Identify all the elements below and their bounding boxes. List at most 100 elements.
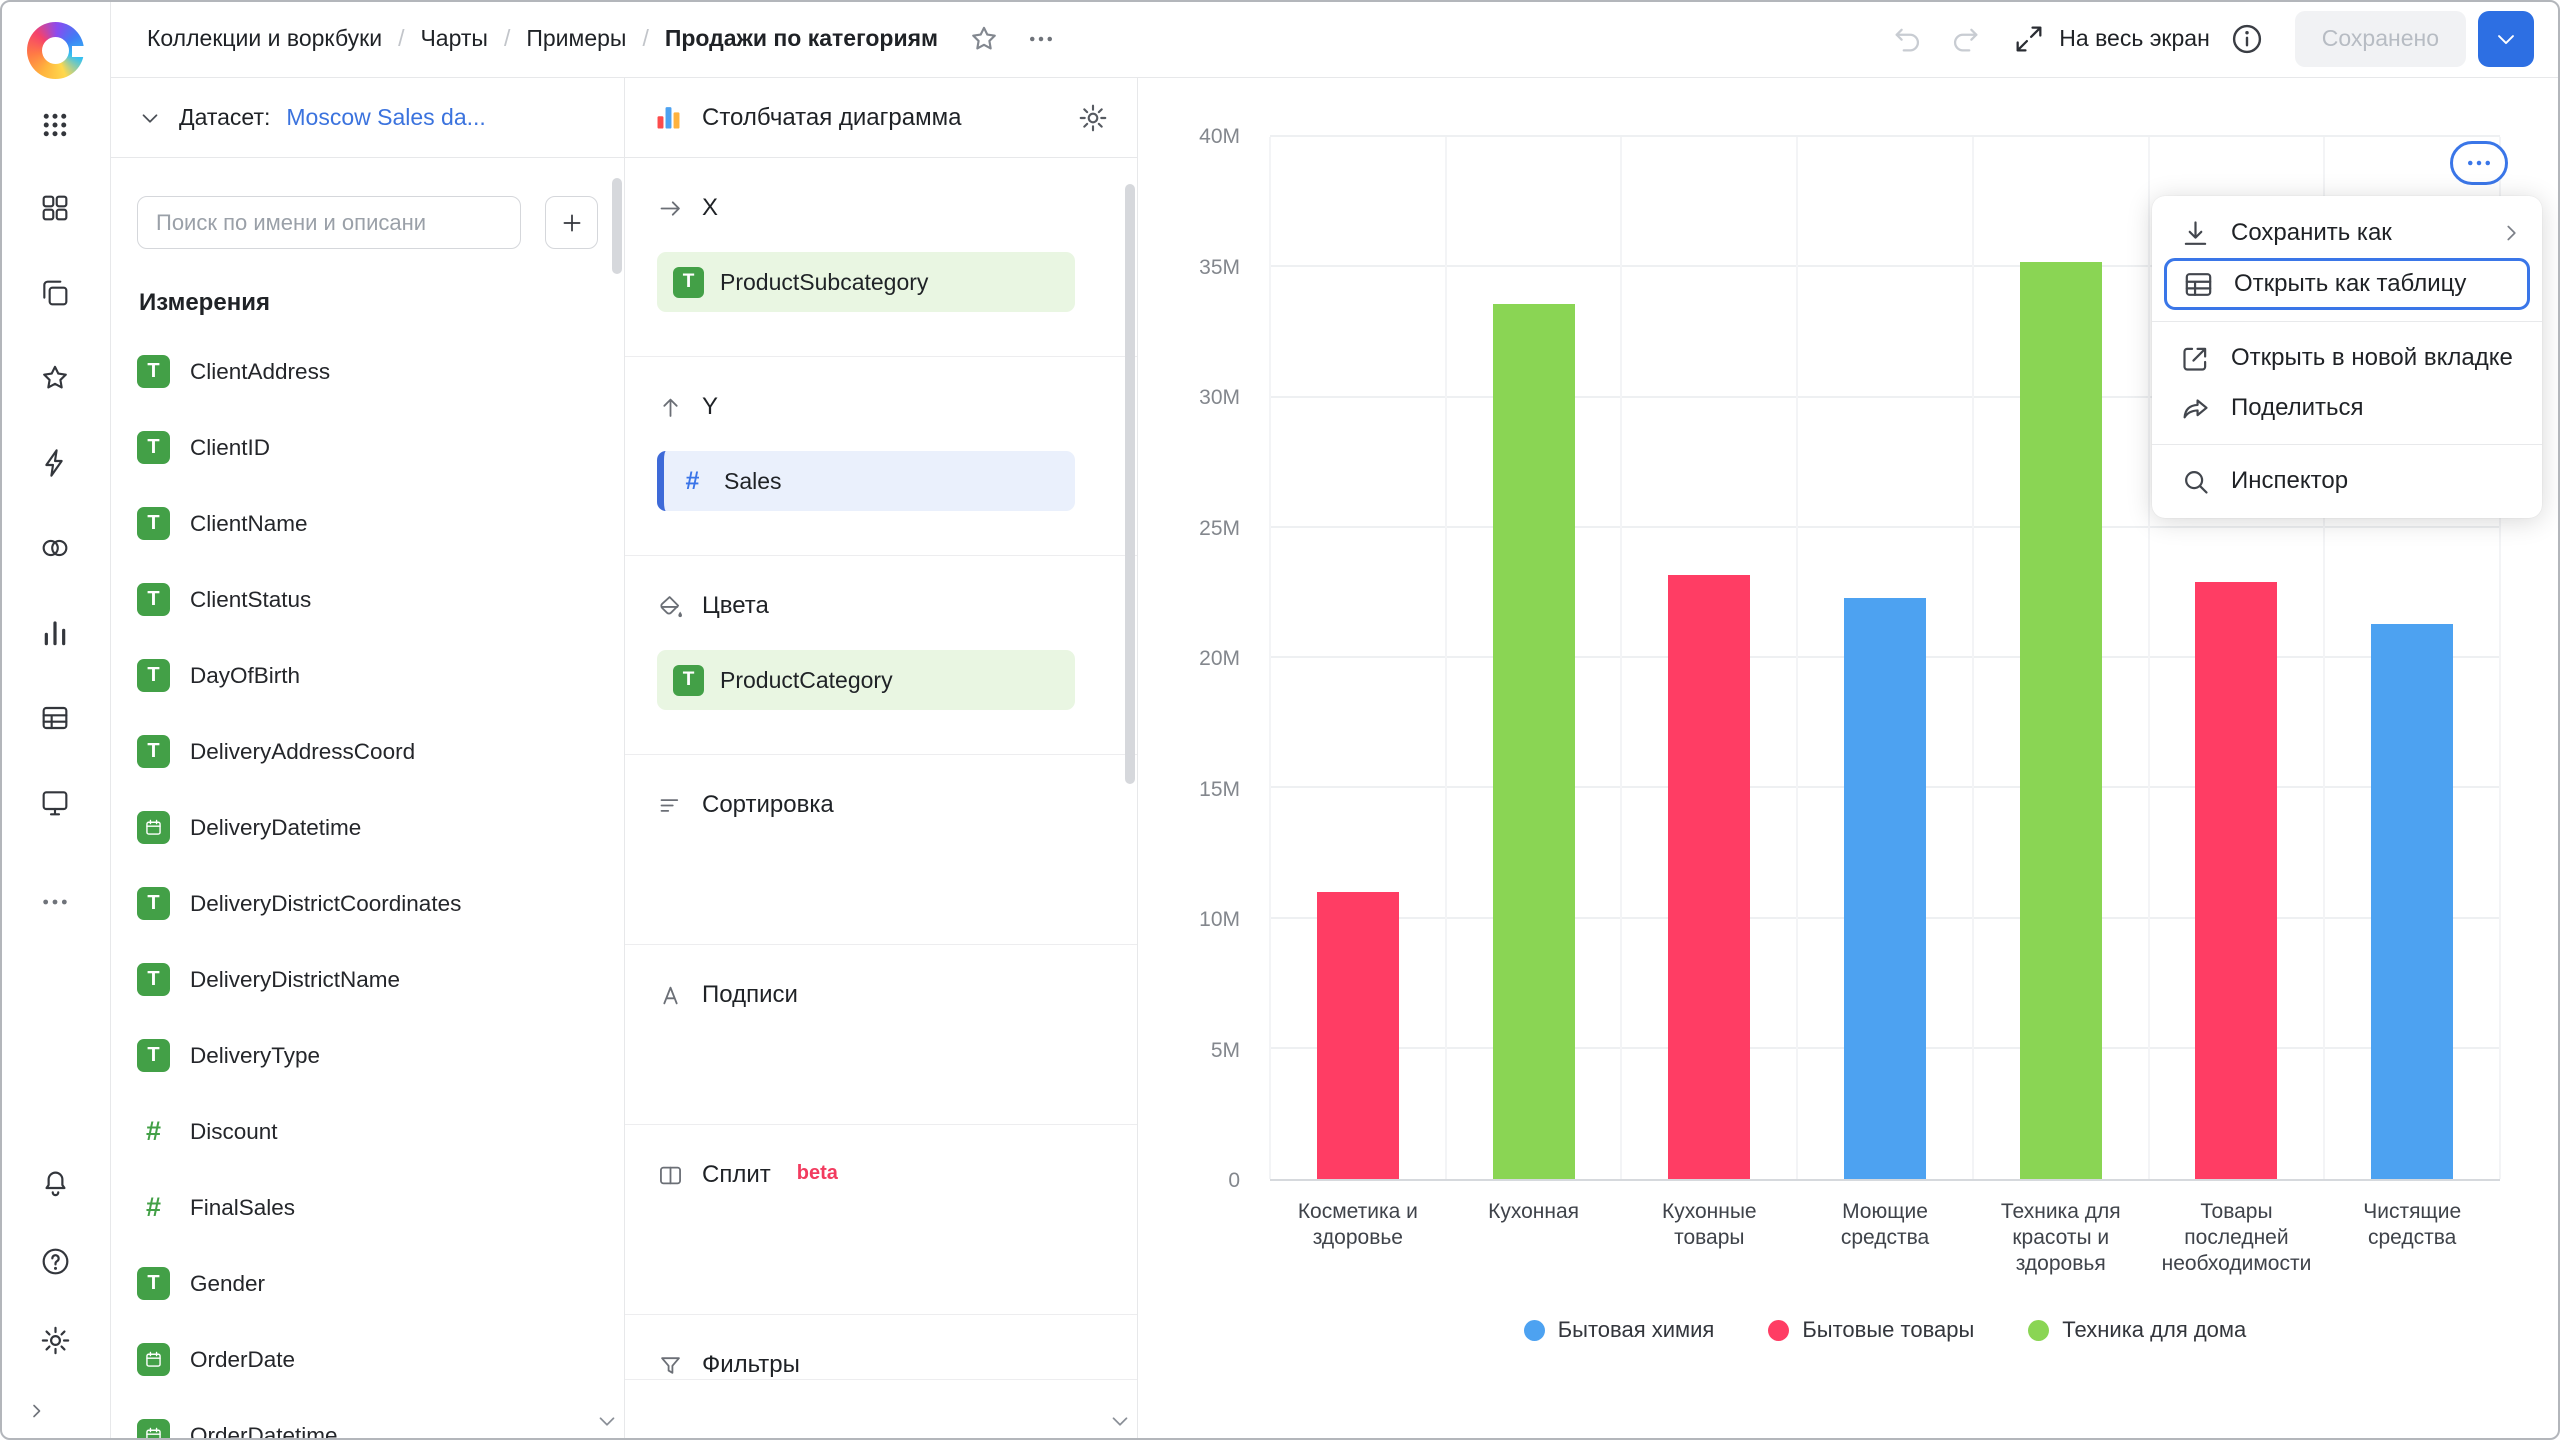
menu-divider bbox=[2152, 444, 2542, 445]
dataset-field-FinalSales[interactable]: #FinalSales bbox=[137, 1191, 598, 1224]
field-name: DeliveryAddressCoord bbox=[190, 739, 415, 765]
bar-5[interactable] bbox=[2020, 262, 2102, 1179]
bar-2[interactable] bbox=[1493, 304, 1575, 1179]
header-more-button[interactable] bbox=[1021, 19, 1060, 58]
dataset-field-DeliveryDistrictName[interactable]: TDeliveryDistrictName bbox=[137, 963, 598, 996]
bar-chart-type-icon[interactable] bbox=[653, 102, 684, 133]
section-filters[interactable]: Фильтры bbox=[625, 1315, 1137, 1380]
menu-item-inspector[interactable]: Инспектор bbox=[2152, 456, 2542, 506]
dataset-field-DayOfBirth[interactable]: TDayOfBirth bbox=[137, 659, 598, 692]
field-name: ClientName bbox=[190, 511, 308, 537]
dataset-field-DeliveryDistrictCoordinates[interactable]: TDeliveryDistrictCoordinates bbox=[137, 887, 598, 920]
legend-item[interactable]: Бытовые товары bbox=[1768, 1317, 1974, 1343]
breadcrumb-item-charts[interactable]: Чарты bbox=[420, 25, 487, 52]
text-type-icon: T bbox=[673, 665, 704, 696]
dataset-field-ClientName[interactable]: TClientName bbox=[137, 507, 598, 540]
bar-7[interactable] bbox=[2371, 624, 2453, 1179]
sidebar-item-gear[interactable] bbox=[36, 1321, 75, 1360]
sidebar-item-layers[interactable] bbox=[36, 273, 75, 312]
scroll-down-icon[interactable] bbox=[1107, 1408, 1133, 1434]
chart-type-header: Столбчатая диаграмма bbox=[625, 78, 1137, 158]
question-icon bbox=[39, 1245, 72, 1278]
section-sort-label: Сортировка bbox=[702, 791, 834, 819]
chart-more-button[interactable] bbox=[2450, 141, 2508, 185]
info-button[interactable] bbox=[2228, 19, 2267, 58]
saved-button[interactable]: Сохранено bbox=[2295, 11, 2466, 67]
favorite-button[interactable] bbox=[964, 19, 1003, 58]
section-sort[interactable]: Сортировка bbox=[625, 755, 1137, 945]
sidebar-item-star[interactable] bbox=[36, 358, 75, 397]
dataset-field-OrderDatetime[interactable]: OrderDatetime bbox=[137, 1419, 598, 1440]
text-type-icon: T bbox=[137, 431, 170, 464]
x-category-label: Техника для красоты и здоровья bbox=[1973, 1199, 2149, 1277]
dataset-field-ClientAddress[interactable]: TClientAddress bbox=[137, 355, 598, 388]
fullscreen-label: На весь экран bbox=[2059, 25, 2210, 52]
dataset-field-DeliveryType[interactable]: TDeliveryType bbox=[137, 1039, 598, 1072]
fullscreen-button[interactable]: На весь экран bbox=[2012, 22, 2210, 56]
menu-item-share[interactable]: Поделиться bbox=[2152, 383, 2542, 433]
sidebar-item-bell[interactable] bbox=[36, 1163, 75, 1202]
menu-item-label: Поделиться bbox=[2231, 394, 2364, 422]
sidebar-item-table[interactable] bbox=[36, 698, 75, 737]
bar-6[interactable] bbox=[2195, 582, 2277, 1179]
x-field-name: ProductSubcategory bbox=[720, 269, 928, 296]
x-category-label: Чистящие средства bbox=[2324, 1199, 2500, 1277]
context-menu: Сохранить какОткрыть как таблицу Открыть … bbox=[2152, 196, 2542, 518]
text-type-icon: T bbox=[137, 1039, 170, 1072]
breadcrumb-item-examples[interactable]: Примеры bbox=[526, 25, 626, 52]
y-field-pill[interactable]: # Sales bbox=[657, 451, 1075, 511]
sidebar-item-four-squares[interactable] bbox=[36, 188, 75, 227]
sidebar-item-question[interactable] bbox=[36, 1242, 75, 1281]
menu-item-open-as-table[interactable]: Открыть как таблицу bbox=[2164, 258, 2530, 310]
dataset-field-Discount[interactable]: #Discount bbox=[137, 1115, 598, 1148]
scroll-down-icon[interactable] bbox=[594, 1408, 620, 1434]
sidebar-item-ellipsis-h[interactable] bbox=[36, 882, 75, 921]
menu-item-open-new-tab[interactable]: Открыть в новой вкладке bbox=[2152, 333, 2542, 383]
dataset-link[interactable]: Moscow Sales da... bbox=[286, 104, 598, 131]
collapse-dataset-icon[interactable] bbox=[137, 105, 163, 131]
legend-item[interactable]: Бытовая химия bbox=[1524, 1317, 1715, 1343]
section-labels-head: Подписи bbox=[657, 981, 1105, 1009]
section-sort-head: Сортировка bbox=[657, 791, 1105, 819]
field-search-input[interactable] bbox=[137, 196, 521, 249]
number-type-icon: # bbox=[677, 466, 708, 497]
dataset-field-OrderDate[interactable]: OrderDate bbox=[137, 1343, 598, 1376]
y-tick-label: 30M bbox=[1199, 386, 1240, 410]
download-icon bbox=[2179, 217, 2212, 250]
x-field-pill[interactable]: T ProductSubcategory bbox=[657, 252, 1075, 312]
dataset-field-ClientID[interactable]: TClientID bbox=[137, 431, 598, 464]
dataset-field-DeliveryDatetime[interactable]: DeliveryDatetime bbox=[137, 811, 598, 844]
apps-grid-icon bbox=[40, 110, 70, 140]
bar-3[interactable] bbox=[1668, 575, 1750, 1179]
chart-area: 05M10M15M20M25M30M35M40M Косметика и здо… bbox=[1138, 78, 2560, 1440]
section-labels[interactable]: Подписи bbox=[625, 945, 1137, 1125]
colors-field-pill[interactable]: T ProductCategory bbox=[657, 650, 1075, 710]
menu-item-save-as[interactable]: Сохранить как bbox=[2152, 208, 2542, 258]
menu-item-label: Инспектор bbox=[2231, 467, 2348, 495]
breadcrumb-item-collections[interactable]: Коллекции и воркбуки bbox=[147, 25, 382, 52]
dataset-scrollbar-thumb[interactable] bbox=[612, 178, 622, 274]
sidebar-collapse-button[interactable] bbox=[22, 1398, 52, 1428]
sidebar-item-bar-chart[interactable] bbox=[36, 613, 75, 652]
ellipsis-icon bbox=[1026, 24, 1056, 54]
redo-button[interactable] bbox=[1945, 19, 1984, 58]
config-scrollbar-thumb[interactable] bbox=[1125, 184, 1135, 784]
sidebar-item-bolt[interactable] bbox=[36, 443, 75, 482]
chart-settings-gear-icon[interactable] bbox=[1077, 102, 1109, 134]
legend-item[interactable]: Техника для дома bbox=[2028, 1317, 2246, 1343]
dataset-field-ClientStatus[interactable]: TClientStatus bbox=[137, 583, 598, 616]
apps-menu-button[interactable] bbox=[36, 105, 75, 144]
datalens-logo[interactable] bbox=[27, 22, 84, 79]
sidebar-item-monitor[interactable] bbox=[36, 783, 75, 822]
save-dropdown-button[interactable] bbox=[2478, 11, 2534, 67]
undo-button[interactable] bbox=[1888, 19, 1927, 58]
sidebar-item-two-circles[interactable] bbox=[36, 528, 75, 567]
x-axis-labels: Косметика и здоровьеКухоннаяКухонные тов… bbox=[1270, 1181, 2500, 1277]
add-field-button[interactable] bbox=[545, 196, 598, 249]
bar-4[interactable] bbox=[1844, 598, 1926, 1179]
section-split-head: Сплит beta bbox=[657, 1161, 1105, 1189]
dataset-field-Gender[interactable]: TGender bbox=[137, 1267, 598, 1300]
dataset-field-DeliveryAddressCoord[interactable]: TDeliveryAddressCoord bbox=[137, 735, 598, 768]
bar-1[interactable] bbox=[1317, 892, 1399, 1179]
section-split[interactable]: Сплит beta bbox=[625, 1125, 1137, 1315]
